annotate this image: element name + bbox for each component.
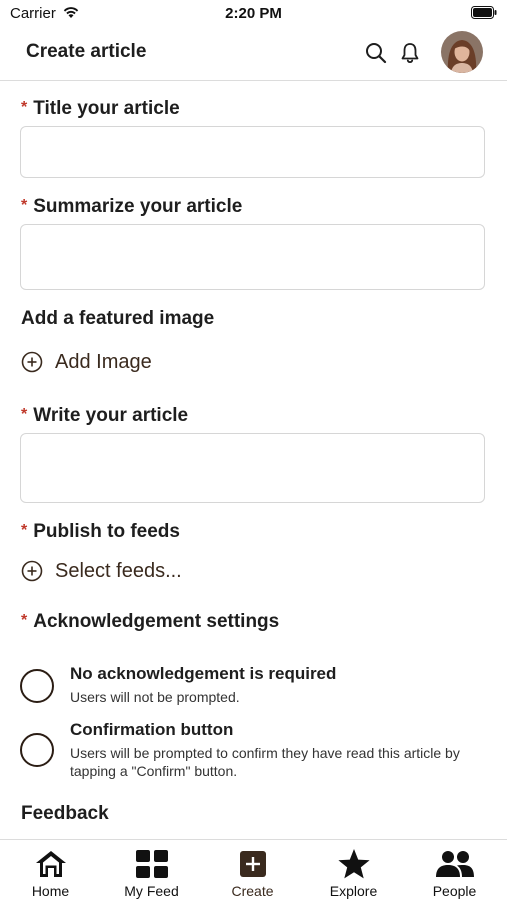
tab-label: Home (31, 883, 70, 899)
required-asterisk: * (21, 406, 28, 423)
tab-my-feed[interactable]: My Feed (101, 840, 202, 901)
radio-circle[interactable] (20, 669, 54, 703)
required-asterisk: * (21, 522, 28, 539)
tab-label: Explore (329, 883, 378, 899)
summary-label: * Summarize your article (21, 196, 242, 218)
select-feeds-label: Select feeds... (55, 559, 182, 582)
page-title: Create article (26, 41, 147, 62)
article-body-label: * Write your article (21, 405, 188, 427)
select-feeds-button[interactable]: Select feeds... (21, 558, 182, 584)
radio-description: Users will not be prompted. (70, 689, 240, 705)
radio-title: No acknowledgement is required (70, 664, 337, 683)
add-circle-icon (21, 351, 43, 373)
tab-people[interactable]: People (404, 840, 505, 901)
feeds-label-text: Publish to feeds (33, 521, 180, 542)
article-body-input[interactable] (20, 433, 485, 503)
home-icon (35, 851, 66, 877)
radio-title: Confirmation button (70, 720, 234, 739)
add-circle-icon (21, 560, 43, 582)
title-input[interactable] (20, 126, 485, 178)
feeds-label: * Publish to feeds (21, 521, 180, 543)
tab-explore[interactable]: Explore (303, 840, 404, 901)
summary-label-text: Summarize your article (33, 196, 243, 217)
search-icon[interactable] (364, 41, 388, 65)
tab-label: Create (231, 883, 274, 899)
plus-square-icon (239, 851, 266, 877)
title-label-text: Title your article (33, 98, 180, 119)
acknowledgement-label-text: Acknowledgement settings (33, 611, 280, 632)
required-asterisk: * (21, 197, 28, 214)
acknowledgement-label: * Acknowledgement settings (21, 611, 279, 633)
header: Create article (0, 28, 507, 81)
tab-bar: Home My Feed Create Explore People (0, 839, 507, 901)
bell-icon[interactable] (398, 41, 422, 65)
required-asterisk: * (21, 99, 28, 116)
tab-create[interactable]: Create (202, 840, 303, 901)
radio-no-acknowledgement[interactable]: No acknowledgement is required Users wil… (20, 664, 500, 710)
people-icon (435, 851, 474, 877)
tab-label: My Feed (124, 883, 179, 899)
title-label: * Title your article (21, 98, 180, 120)
add-image-button[interactable]: Add Image (21, 349, 152, 375)
featured-image-label: Add a featured image (21, 308, 215, 329)
radio-description: Users will be prompted to confirm they h… (70, 745, 460, 779)
tab-home[interactable]: Home (0, 840, 101, 901)
avatar[interactable] (441, 31, 483, 73)
required-asterisk: * (21, 612, 28, 629)
clock: 2:20 PM (225, 5, 282, 22)
feedback-label: Feedback (21, 803, 109, 824)
grid-icon (135, 850, 168, 878)
tab-label: People (432, 883, 477, 899)
radio-confirmation-button[interactable]: Confirmation button Users will be prompt… (20, 720, 500, 784)
summary-input[interactable] (20, 224, 485, 290)
article-body-label-text: Write your article (33, 405, 189, 426)
status-bar: Carrier 2:20 PM (0, 0, 507, 28)
radio-circle[interactable] (20, 733, 54, 767)
battery-icon (471, 6, 497, 19)
add-image-label: Add Image (55, 350, 152, 373)
avatar-photo (441, 31, 483, 73)
star-icon (337, 849, 370, 879)
